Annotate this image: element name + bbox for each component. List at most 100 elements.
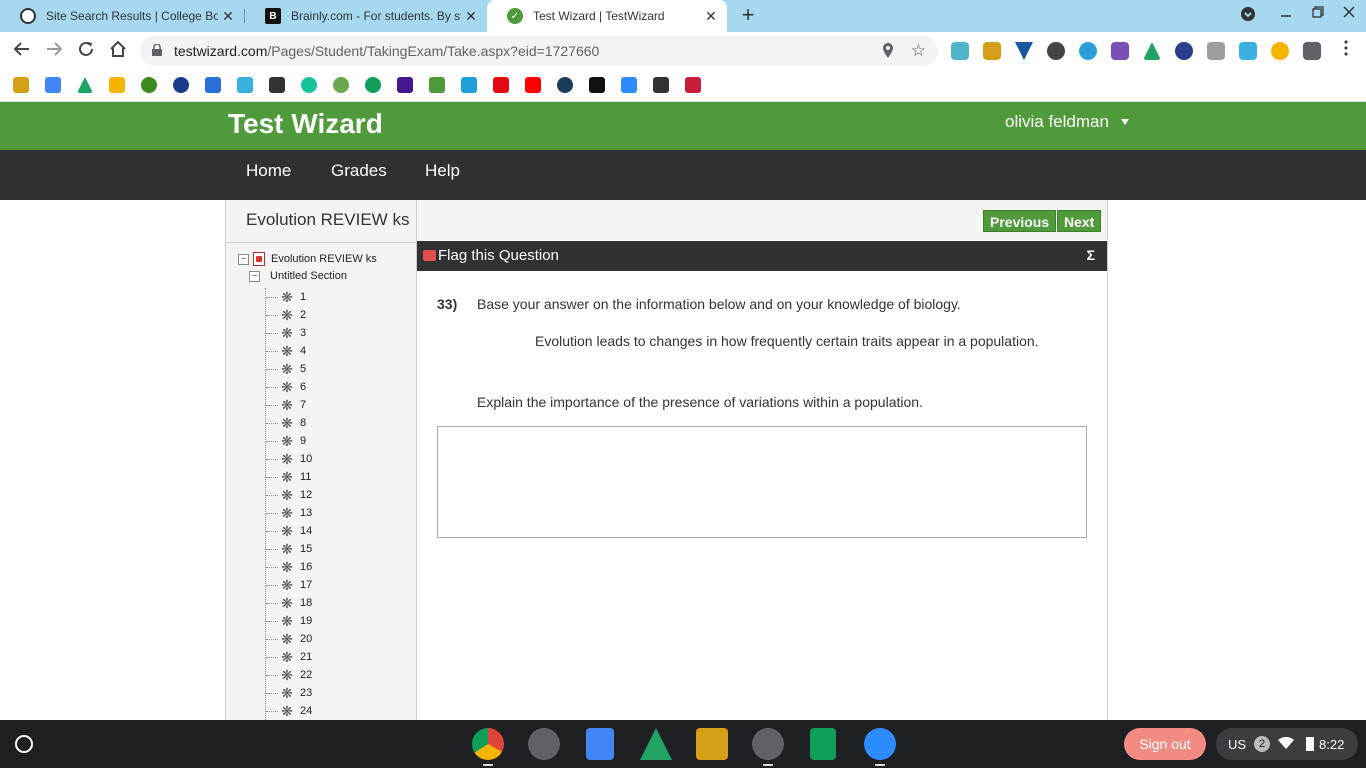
tab-brainly[interactable]: B Brainly.com - For students. By st ✕ <box>245 0 487 32</box>
tree-question-item[interactable]: ❋ 15 <box>266 542 312 556</box>
close-tab-icon[interactable]: ✕ <box>701 8 721 25</box>
extension-scissors-icon[interactable] <box>1047 42 1065 60</box>
screenshot-icon[interactable] <box>752 728 784 760</box>
extension-cloud-icon[interactable] <box>951 42 969 60</box>
classroom-icon[interactable] <box>696 728 728 760</box>
extension-vocab-icon[interactable] <box>1015 42 1033 60</box>
bookmark-brainly-icon[interactable] <box>589 77 605 93</box>
status-tray[interactable]: US 2 8:22 <box>1216 728 1358 760</box>
reload-icon[interactable] <box>75 40 97 62</box>
tree-question-item[interactable]: ❋ 3 <box>266 326 306 340</box>
tree-question-item[interactable]: ❋ 24 <box>266 704 312 718</box>
close-window-icon[interactable] <box>1343 6 1355 21</box>
tree-question-item[interactable]: ❋ 13 <box>266 506 312 520</box>
bookmark-kahoot-icon[interactable] <box>397 77 413 93</box>
minimize-icon[interactable] <box>1280 4 1292 23</box>
tab-testwizard[interactable]: ✓ Test Wizard | TestWizard ✕ <box>487 0 727 32</box>
back-icon[interactable] <box>11 40 33 62</box>
extension-person-icon[interactable] <box>1239 42 1257 60</box>
collapse-icon[interactable]: − <box>238 253 249 265</box>
tree-question-item[interactable]: ❋ 7 <box>266 398 306 412</box>
bookmark-youtube-icon[interactable] <box>525 77 541 93</box>
tree-question-item[interactable]: ❋ 5 <box>266 362 306 376</box>
collapse-icon[interactable]: − <box>249 270 260 282</box>
nav-grades[interactable]: Grades <box>331 161 387 181</box>
close-tab-icon[interactable]: ✕ <box>461 8 481 25</box>
chrome-icon[interactable] <box>472 728 504 760</box>
tree-question-item[interactable]: ❋ 10 <box>266 452 312 466</box>
answer-input[interactable] <box>437 426 1087 538</box>
bookmark-slides-icon[interactable] <box>109 77 125 93</box>
extension-hand-icon[interactable] <box>1271 42 1289 60</box>
extension-tw-icon[interactable] <box>1111 42 1129 60</box>
site-logo[interactable]: Test Wizard <box>228 108 383 140</box>
bookmark-photo-icon[interactable] <box>237 77 253 93</box>
next-button[interactable]: Next <box>1057 210 1102 232</box>
bookmark-chat-icon[interactable] <box>205 77 221 93</box>
bookmark-netflix-icon[interactable] <box>493 77 509 93</box>
tab-college-board[interactable]: Site Search Results | College Boa ✕ <box>0 0 244 32</box>
tree-question-item[interactable]: ❋ 8 <box>266 416 306 430</box>
new-tab-button[interactable]: + <box>737 4 759 26</box>
bookmark-drive-icon[interactable] <box>77 77 93 93</box>
bookmark-star-icon[interactable]: ☆ <box>911 41 926 61</box>
tree-question-item[interactable]: ❋ 17 <box>266 578 312 592</box>
drive-icon[interactable] <box>640 728 672 760</box>
extension-classroom-icon[interactable] <box>983 42 1001 60</box>
close-tab-icon[interactable]: ✕ <box>218 8 238 25</box>
tree-question-item[interactable]: ❋ 6 <box>266 380 306 394</box>
nav-help[interactable]: Help <box>425 161 460 181</box>
tree-question-item[interactable]: ❋ 1 <box>266 290 306 304</box>
browser-menu-icon[interactable] <box>1335 40 1357 62</box>
tree-question-item[interactable]: ❋ 12 <box>266 488 312 502</box>
bookmark-s-icon[interactable] <box>557 77 573 93</box>
tree-question-item[interactable]: ❋ 16 <box>266 560 312 574</box>
bookmark-zoom-icon[interactable] <box>621 77 637 93</box>
location-icon[interactable] <box>882 43 894 62</box>
extension-printer-icon[interactable] <box>1207 42 1225 60</box>
bookmark-p-icon[interactable] <box>685 77 701 93</box>
bookmark-time-icon[interactable] <box>333 77 349 93</box>
tree-question-item[interactable]: ❋ 23 <box>266 686 312 700</box>
tree-question-item[interactable]: ❋ 18 <box>266 596 312 610</box>
previous-button[interactable]: Previous <box>983 210 1057 232</box>
bookmark-grammarly-icon[interactable] <box>301 77 317 93</box>
tree-question-item[interactable]: ❋ 11 <box>266 470 311 484</box>
tree-question-item[interactable]: ❋ 21 <box>266 650 312 664</box>
extension-circle-icon[interactable] <box>1079 42 1097 60</box>
sigma-icon[interactable]: Σ <box>1087 247 1095 263</box>
address-bar[interactable]: testwizard.com/Pages/Student/TakingExam/… <box>140 36 938 66</box>
chevron-down-icon[interactable] <box>1121 119 1129 125</box>
tree-question-item[interactable]: ❋ 19 <box>266 614 312 628</box>
extension-k-icon[interactable] <box>1175 42 1193 60</box>
docs-icon[interactable] <box>586 728 614 760</box>
tree-question-item[interactable]: ❋ 14 <box>266 524 312 538</box>
bookmark-docs-icon[interactable] <box>45 77 61 93</box>
bookmark-pencil-icon[interactable] <box>141 77 157 93</box>
bookmark-quizlet-icon[interactable] <box>173 77 189 93</box>
sheets-icon[interactable] <box>810 728 836 760</box>
tree-section[interactable]: − Untitled Section <box>249 270 347 282</box>
extensions-puzzle-icon[interactable] <box>1303 42 1321 60</box>
bookmark-g-icon[interactable] <box>461 77 477 93</box>
bookmark-school-icon[interactable] <box>653 77 669 93</box>
extension-drive-icon[interactable] <box>1143 42 1161 60</box>
sign-out-button[interactable]: Sign out <box>1124 728 1206 760</box>
zoom-icon[interactable] <box>864 728 896 760</box>
bookmark-classroom-icon[interactable] <box>13 77 29 93</box>
tree-question-item[interactable]: ❋ 2 <box>266 308 306 322</box>
bookmark-hangouts-icon[interactable] <box>365 77 381 93</box>
flag-icon[interactable] <box>423 250 436 261</box>
tree-question-item[interactable]: ❋ 20 <box>266 632 312 646</box>
tree-question-item[interactable]: ❋ 22 <box>266 668 312 682</box>
camera-icon[interactable] <box>528 728 560 760</box>
user-menu[interactable]: olivia feldman <box>1005 112 1109 132</box>
launcher-icon[interactable] <box>15 735 33 753</box>
tab-search-icon[interactable] <box>1240 6 1256 25</box>
tree-question-item[interactable]: ❋ 4 <box>266 344 306 358</box>
restore-icon[interactable] <box>1312 6 1324 21</box>
forward-icon[interactable] <box>43 40 65 62</box>
flag-question-link[interactable]: Flag this Question <box>438 247 559 264</box>
tree-root[interactable]: − Evolution REVIEW ks <box>238 252 377 266</box>
nav-home[interactable]: Home <box>246 161 291 181</box>
